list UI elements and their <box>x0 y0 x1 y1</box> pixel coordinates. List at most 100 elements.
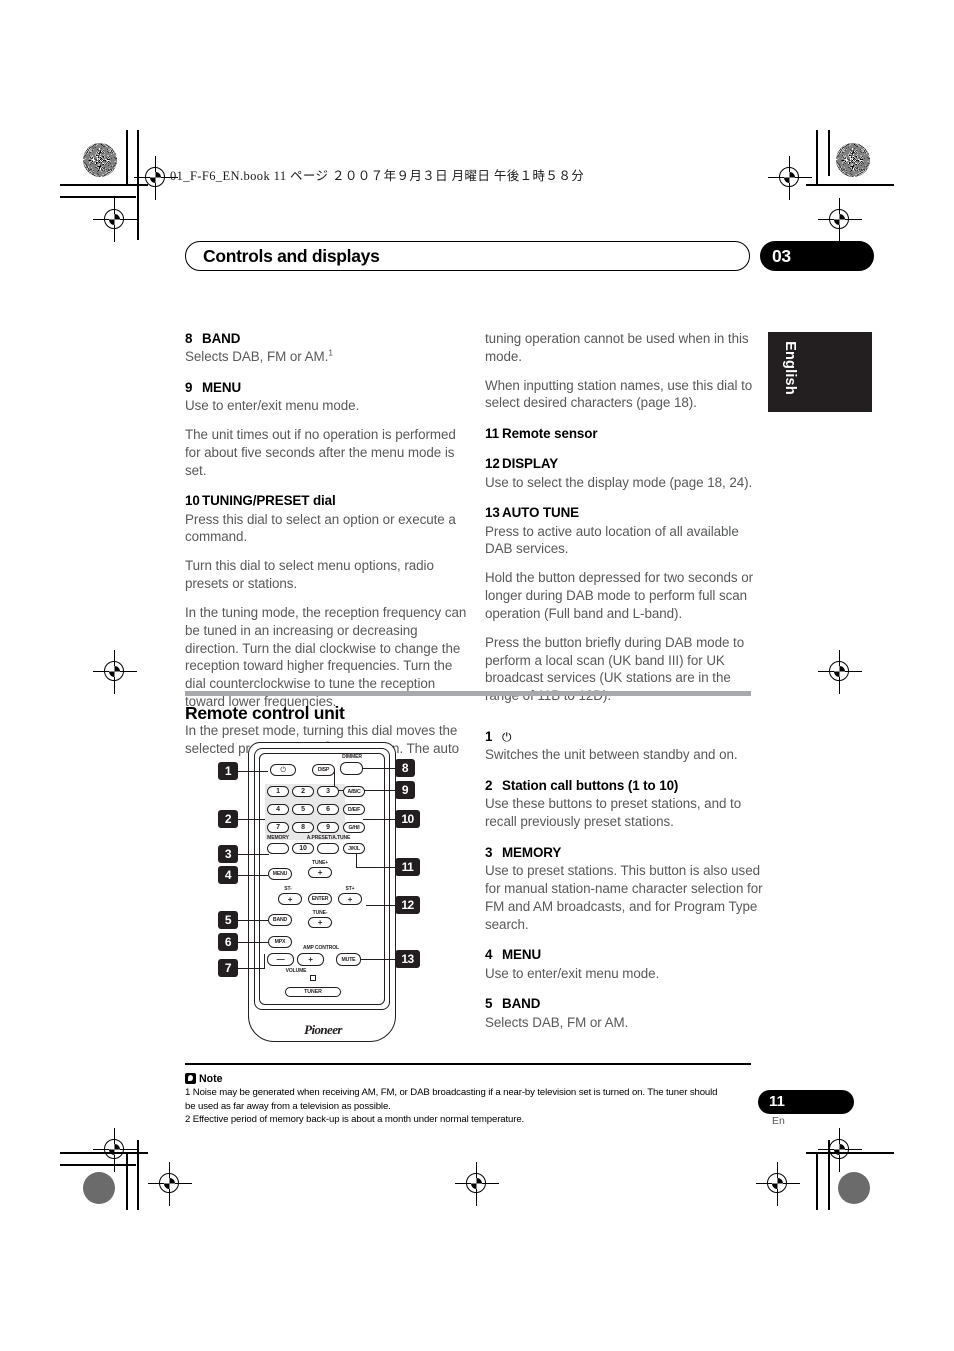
remote-key-abc[interactable]: A/B/C <box>343 786 365 797</box>
callout-6: 6 <box>218 933 238 951</box>
leader-line-12 <box>366 905 395 907</box>
remote-item-body-3: Use to preset stations. This button is a… <box>485 863 763 932</box>
leader-line-1 <box>238 771 268 773</box>
remote-item-label-5: BAND <box>502 996 541 1012</box>
section-divider <box>185 691 751 696</box>
remote-key-9[interactable]: 9 <box>317 822 339 833</box>
remote-key-7[interactable]: 7 <box>267 822 289 833</box>
section-heading-remote-control-unit: Remote control unit <box>185 703 345 723</box>
crop-mark-bottom-left-v <box>126 1152 128 1210</box>
item-body-13: Press to active auto location of all ava… <box>485 523 739 557</box>
callout-13: 13 <box>395 950 420 968</box>
leader-line-11-v <box>356 853 358 868</box>
note-line-2: be used as far away from a television as… <box>185 1100 391 1112</box>
remote-key-st-minus[interactable]: + <box>278 893 302 905</box>
remote-key-ghi[interactable]: G/H/I <box>343 822 365 833</box>
remote-key-volume-up[interactable]: + <box>297 953 324 966</box>
language-tab-label: English <box>782 341 798 395</box>
registration-crosshair-bottom-right-b <box>818 1128 862 1172</box>
chapter-title-bar: Controls and displays <box>185 241 750 271</box>
item-heading-12: 12 DISPLAY <box>485 455 768 472</box>
right-text-column: tuning operation cannot be used when in … <box>485 330 768 705</box>
remote-key-8[interactable]: 8 <box>292 822 314 833</box>
leader-line-2 <box>238 819 265 821</box>
remote-item-label-3: MEMORY <box>502 845 562 860</box>
remote-item-number-3: 3 <box>485 845 493 860</box>
remote-key-tune-down[interactable]: + <box>308 917 332 928</box>
remote-key-3[interactable]: 3 <box>317 786 339 797</box>
callout-7: 7 <box>218 959 238 977</box>
leader-line-7-v <box>264 954 266 969</box>
callout-3: 3 <box>218 845 238 863</box>
remote-key-apreset-atune[interactable] <box>317 843 339 854</box>
item-number-8: 8 <box>185 331 193 346</box>
registration-crosshair-mid-left <box>93 650 137 694</box>
remote-label-memory: MEMORY <box>267 835 289 841</box>
crop-mark-bottom-right-v2 <box>828 1140 830 1210</box>
remote-key-menu[interactable]: MENU <box>268 868 292 880</box>
remote-key-enter[interactable]: ENTER <box>308 893 332 905</box>
registration-crosshair-top-right-a <box>768 156 812 200</box>
item-number-9: 9 <box>185 379 193 395</box>
item-body-8: Selects DAB, FM or AM.1 <box>185 348 468 366</box>
remote-key-power[interactable]: ⏻ <box>270 764 296 776</box>
registration-crosshair-top-right-b <box>818 198 862 242</box>
remote-key-disp[interactable]: DISP <box>312 764 335 776</box>
callout-10: 10 <box>395 810 420 828</box>
crop-mark-top-left-h <box>60 184 148 186</box>
crop-mark-top-right-v2 <box>828 130 830 176</box>
item-body-9: Use to enter/exit menu mode. <box>185 398 360 414</box>
registration-starburst-top-right <box>836 143 870 177</box>
note-line-1: 1 Noise may be generated when receiving … <box>185 1087 718 1098</box>
callout-5: 5 <box>218 911 238 929</box>
remote-key-10[interactable]: 10 <box>292 843 314 854</box>
remote-key-memory[interactable] <box>267 843 289 854</box>
remote-label-tune-minus: TUNE- <box>312 910 328 916</box>
remote-key-st-plus[interactable]: + <box>338 893 362 905</box>
remote-item-number-2: 2 <box>485 778 493 794</box>
remote-mode-indicator-icon <box>310 975 316 981</box>
remote-key-jkl[interactable]: J/K/L <box>343 843 365 854</box>
book-file-header: 01_F-F6_EN.book 11 ページ ２００７年９月３日 月曜日 午後１… <box>170 169 585 183</box>
remote-key-4[interactable]: 4 <box>267 804 289 815</box>
remote-key-def[interactable]: D/E/F <box>343 804 365 815</box>
crop-mark-top-right-h <box>806 184 894 186</box>
remote-key-mpx[interactable]: MPX <box>268 936 292 948</box>
item-body-9-b: The unit times out if no operation is pe… <box>185 426 456 478</box>
crop-mark-bottom-right-h <box>806 1152 894 1154</box>
remote-key-band[interactable]: BAND <box>268 914 292 926</box>
remote-key-volume-down[interactable]: — <box>267 953 294 966</box>
callout-2: 2 <box>218 810 238 828</box>
callout-1: 1 <box>218 762 238 780</box>
crop-mark-top-left-v2 <box>137 130 139 240</box>
registration-starburst-bottom-right <box>838 1172 870 1204</box>
leader-line-10 <box>363 819 395 821</box>
remote-item-body-1: Switches the unit between standby and on… <box>485 747 738 763</box>
item-body-13-b: Hold the button depressed for two second… <box>485 570 754 621</box>
remote-label-apreset-atune: A.PRESET/A.TUNE <box>306 835 351 841</box>
power-icon: ⏻ <box>502 730 512 744</box>
leader-line-11 <box>356 867 395 869</box>
remote-key-5[interactable]: 5 <box>292 804 314 815</box>
remote-key-tune-up[interactable]: + <box>308 867 332 878</box>
item-heading-10: 10 TUNING/PRESET dial <box>185 492 468 509</box>
remote-key-tuner[interactable]: TUNER <box>285 987 341 997</box>
registration-starburst-bottom-left <box>83 1172 115 1204</box>
item-body-10-b: Turn this dial to select menu options, r… <box>185 558 434 592</box>
item-heading-9: 9 MENU <box>185 379 468 396</box>
remote-control-diagram: ⏻ DISP DIMMER 1 2 3 A/B/C 4 5 6 D/E/F 7 … <box>218 740 438 1060</box>
continued-paragraph-a: tuning operation cannot be used when in … <box>485 331 749 364</box>
chapter-number-badge: 03 <box>760 241 874 271</box>
remote-key-dimmer[interactable] <box>340 762 363 775</box>
remote-item-heading-3: 3 MEMORY <box>485 844 768 861</box>
leader-line-4 <box>238 875 268 877</box>
remote-key-mute[interactable]: MUTE <box>336 953 361 966</box>
remote-item-heading-5: 5 BAND <box>485 995 768 1012</box>
remote-key-1[interactable]: 1 <box>267 786 289 797</box>
crop-mark-top-left-h2 <box>60 196 136 198</box>
item-heading-13: 13 AUTO TUNE <box>485 504 768 521</box>
remote-label-amp-control: AMP CONTROL <box>302 945 340 951</box>
remote-key-6[interactable]: 6 <box>317 804 339 815</box>
remote-key-2[interactable]: 2 <box>292 786 314 797</box>
page-number-badge: 11 <box>758 1090 854 1114</box>
